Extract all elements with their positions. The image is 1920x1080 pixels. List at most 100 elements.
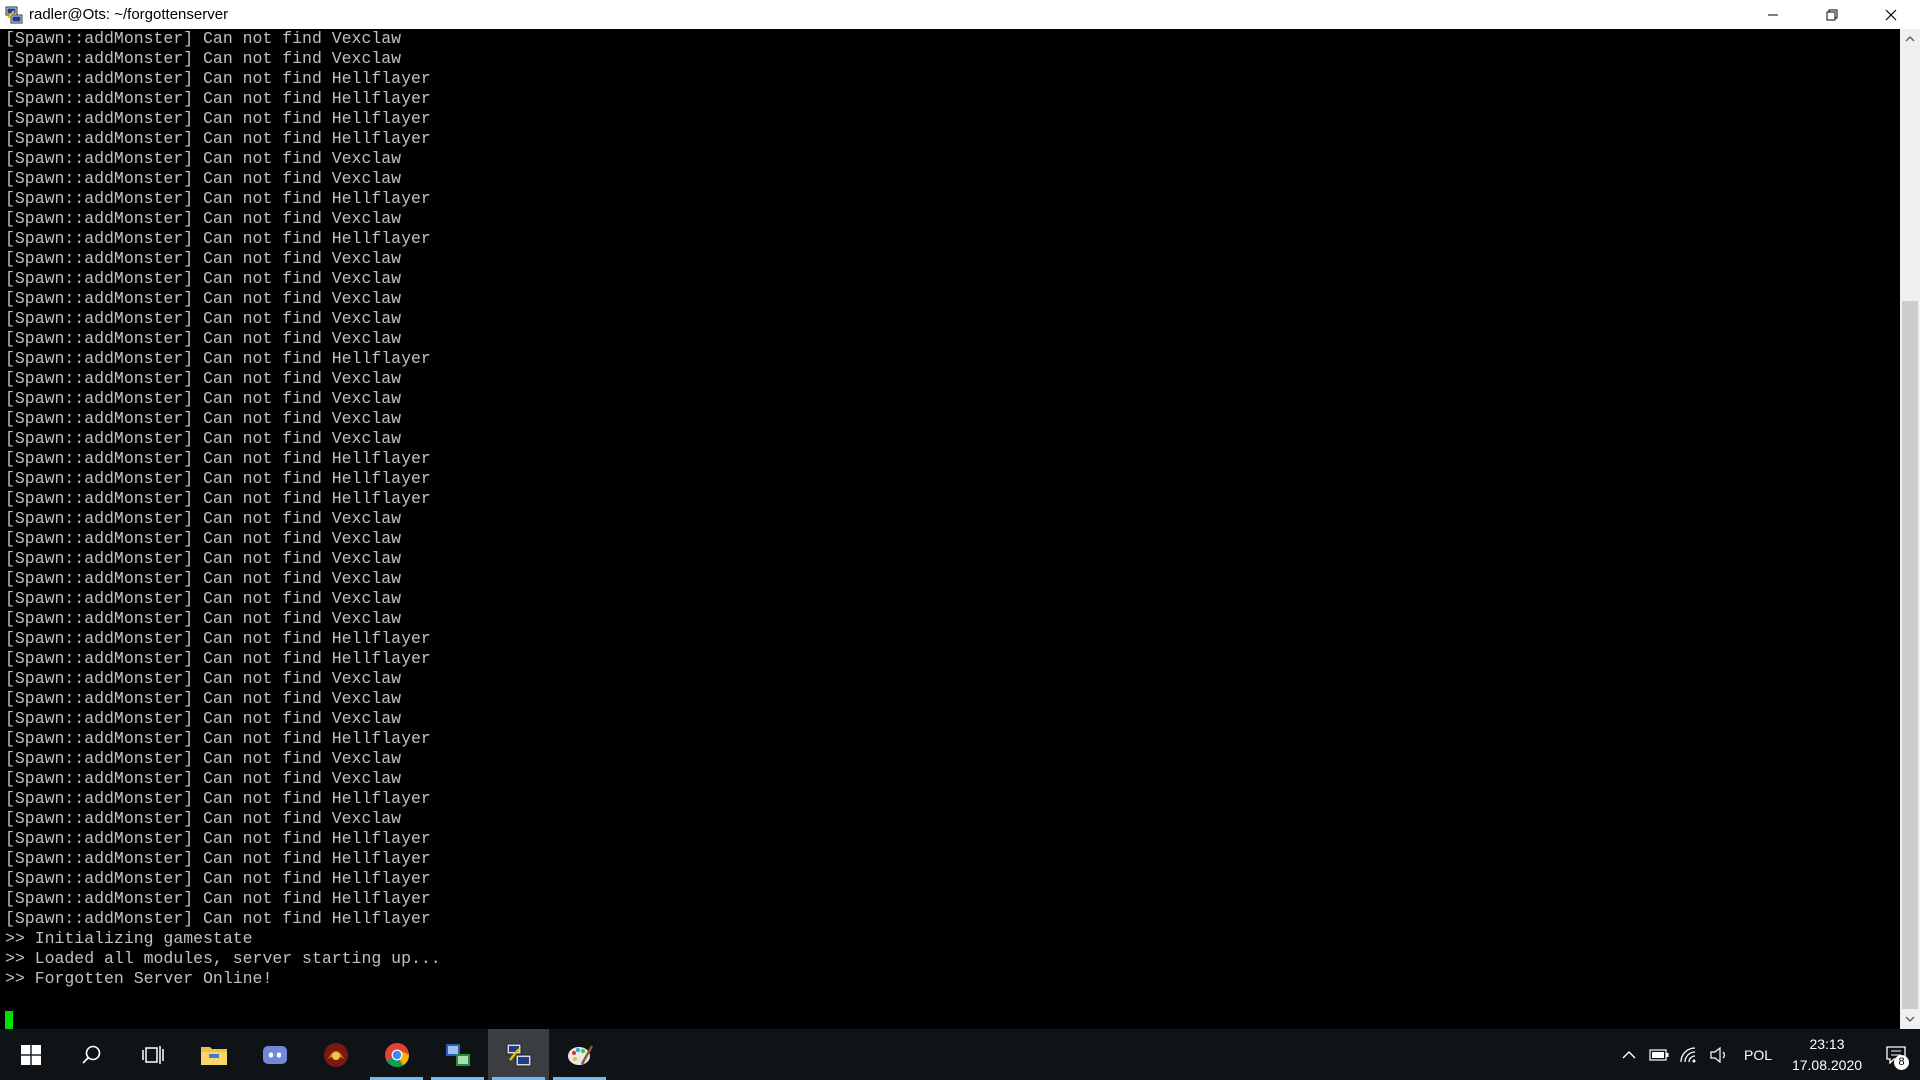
chrome-button[interactable] [366, 1029, 427, 1080]
input-language-button[interactable]: POL [1734, 1047, 1782, 1063]
network-icon [1680, 1046, 1696, 1062]
terminal-line: [Spawn::addMonster] Can not find Vexclaw [5, 769, 402, 788]
terminal-line: [Spawn::addMonster] Can not find Vexclaw [5, 709, 402, 728]
task-view-icon [141, 1045, 164, 1064]
clock-time: 23:13 [1809, 1035, 1845, 1052]
taskbar: POL 23:13 17.08.2020 8 [0, 1029, 1920, 1080]
close-icon [1885, 9, 1896, 20]
title-bar[interactable]: radler@Ots: ~/forgottenserver [0, 0, 1920, 29]
terminal-line: [Spawn::addMonster] Can not find Vexclaw [5, 369, 402, 388]
terminal-line: [Spawn::addMonster] Can not find Hellfla… [5, 229, 431, 248]
chevron-up-icon [1905, 36, 1915, 42]
terminal-line: >> Initializing gamestate [5, 929, 253, 948]
terminal-line: [Spawn::addMonster] Can not find Vexclaw [5, 689, 402, 708]
discord-button[interactable] [244, 1029, 305, 1080]
terminal-line: [Spawn::addMonster] Can not find Vexclaw [5, 329, 402, 348]
action-center-button[interactable]: 8 [1872, 1029, 1920, 1080]
terminal-lines: [Spawn::addMonster] Can not find Vexclaw… [0, 29, 1900, 989]
restore-button[interactable] [1802, 0, 1861, 29]
terminal-line: [Spawn::addMonster] Can not find Hellfla… [5, 129, 431, 148]
terminal-line: [Spawn::addMonster] Can not find Vexclaw [5, 169, 402, 188]
close-button[interactable] [1861, 0, 1920, 29]
window-controls [1743, 0, 1920, 29]
terminal-line: [Spawn::addMonster] Can not find Vexclaw [5, 389, 402, 408]
putty-button[interactable] [488, 1029, 549, 1080]
terminal-line: [Spawn::addMonster] Can not find Vexclaw [5, 809, 402, 828]
terminal-line: [Spawn::addMonster] Can not find Hellfla… [5, 489, 431, 508]
terminal-line: [Spawn::addMonster] Can not find Vexclaw [5, 549, 402, 568]
volume-icon [1710, 1046, 1725, 1063]
terminal-output[interactable]: [Spawn::addMonster] Can not find Vexclaw… [0, 29, 1900, 1029]
terminal-line: [Spawn::addMonster] Can not find Vexclaw [5, 669, 402, 688]
terminal-line: [Spawn::addMonster] Can not find Hellfla… [5, 849, 431, 868]
clock[interactable]: 23:13 17.08.2020 [1782, 1034, 1872, 1076]
terminal-line: [Spawn::addMonster] Can not find Hellfla… [5, 729, 431, 748]
terminal-line: [Spawn::addMonster] Can not find Hellfla… [5, 69, 431, 88]
folder-icon [200, 1046, 227, 1065]
terminal-line: [Spawn::addMonster] Can not find Hellfla… [5, 449, 431, 468]
file-explorer-button[interactable] [183, 1029, 244, 1080]
battery-button[interactable] [1644, 1029, 1674, 1080]
game-app-button[interactable] [305, 1029, 366, 1080]
terminal-line: [Spawn::addMonster] Can not find Hellfla… [5, 349, 431, 368]
terminal-line: [Spawn::addMonster] Can not find Vexclaw [5, 569, 402, 588]
terminal-line: [Spawn::addMonster] Can not find Vexclaw [5, 149, 402, 168]
terminal-line: [Spawn::addMonster] Can not find Hellfla… [5, 649, 431, 668]
terminal-line: [Spawn::addMonster] Can not find Vexclaw [5, 209, 402, 228]
start-button[interactable] [0, 1029, 61, 1080]
terminal-line: [Spawn::addMonster] Can not find Vexclaw [5, 249, 402, 268]
terminal-line: [Spawn::addMonster] Can not find Vexclaw [5, 49, 402, 68]
task-view-button[interactable] [122, 1029, 183, 1080]
terminal-line: [Spawn::addMonster] Can not find Hellfla… [5, 869, 431, 888]
windows-logo-icon [20, 1044, 41, 1065]
notification-count-badge: 8 [1894, 1055, 1909, 1070]
terminal-line: [Spawn::addMonster] Can not find Hellfla… [5, 189, 431, 208]
terminal-line: [Spawn::addMonster] Can not find Hellfla… [5, 889, 431, 908]
system-tray: POL 23:13 17.08.2020 8 [1614, 1029, 1920, 1080]
terminal-line: [Spawn::addMonster] Can not find Vexclaw [5, 749, 402, 768]
terminal-line: >> Forgotten Server Online! [5, 969, 273, 988]
search-button[interactable] [61, 1029, 122, 1080]
app-windows-button[interactable] [427, 1029, 488, 1080]
paint-button[interactable] [549, 1029, 610, 1080]
terminal-line: [Spawn::addMonster] Can not find Hellfla… [5, 89, 431, 108]
terminal-line: [Spawn::addMonster] Can not find Vexclaw [5, 289, 402, 308]
vertical-scrollbar[interactable] [1900, 29, 1920, 1029]
terminal-line: [Spawn::addMonster] Can not find Vexclaw [5, 609, 402, 628]
terminal-line: [Spawn::addMonster] Can not find Vexclaw [5, 309, 402, 328]
volume-button[interactable] [1704, 1029, 1734, 1080]
terminal-line: [Spawn::addMonster] Can not find Hellfla… [5, 909, 431, 928]
terminal-line: [Spawn::addMonster] Can not find Hellfla… [5, 829, 431, 848]
scroll-thumb[interactable] [1902, 301, 1918, 1009]
terminal-line: [Spawn::addMonster] Can not find Hellfla… [5, 789, 431, 808]
terminal-line: [Spawn::addMonster] Can not find Vexclaw [5, 409, 402, 428]
terminal-line: [Spawn::addMonster] Can not find Hellfla… [5, 469, 431, 488]
terminal-line: [Spawn::addMonster] Can not find Vexclaw [5, 509, 402, 528]
scroll-up-button[interactable] [1900, 29, 1920, 49]
paint-icon [567, 1044, 593, 1065]
show-hidden-icons-button[interactable] [1614, 1029, 1644, 1080]
terminal-line: [Spawn::addMonster] Can not find Vexclaw [5, 29, 402, 48]
terminal-line: [Spawn::addMonster] Can not find Vexclaw [5, 589, 402, 608]
terminal-line: [Spawn::addMonster] Can not find Hellfla… [5, 629, 431, 648]
search-icon [81, 1045, 100, 1064]
restore-icon [1826, 9, 1837, 20]
window-title: radler@Ots: ~/forgottenserver [29, 6, 229, 23]
chevron-down-icon [1905, 1016, 1915, 1022]
scroll-down-button[interactable] [1900, 1009, 1920, 1029]
terminal-line: [Spawn::addMonster] Can not find Vexclaw [5, 429, 402, 448]
terminal-cursor [5, 1011, 13, 1029]
putty-icon[interactable] [3, 4, 25, 26]
putty-icon [506, 1043, 531, 1066]
game-app-icon [323, 1042, 348, 1067]
terminal-line: [Spawn::addMonster] Can not find Vexclaw [5, 529, 402, 548]
app-windows-icon [445, 1043, 470, 1066]
minimize-button[interactable] [1743, 0, 1802, 29]
terminal-line: [Spawn::addMonster] Can not find Vexclaw [5, 269, 402, 288]
clock-date: 17.08.2020 [1791, 1056, 1863, 1073]
chevron-up-icon [1622, 1051, 1636, 1059]
chrome-icon [384, 1042, 409, 1067]
terminal-line: [Spawn::addMonster] Can not find Hellfla… [5, 109, 431, 128]
discord-icon [262, 1045, 287, 1064]
network-button[interactable] [1674, 1029, 1704, 1080]
